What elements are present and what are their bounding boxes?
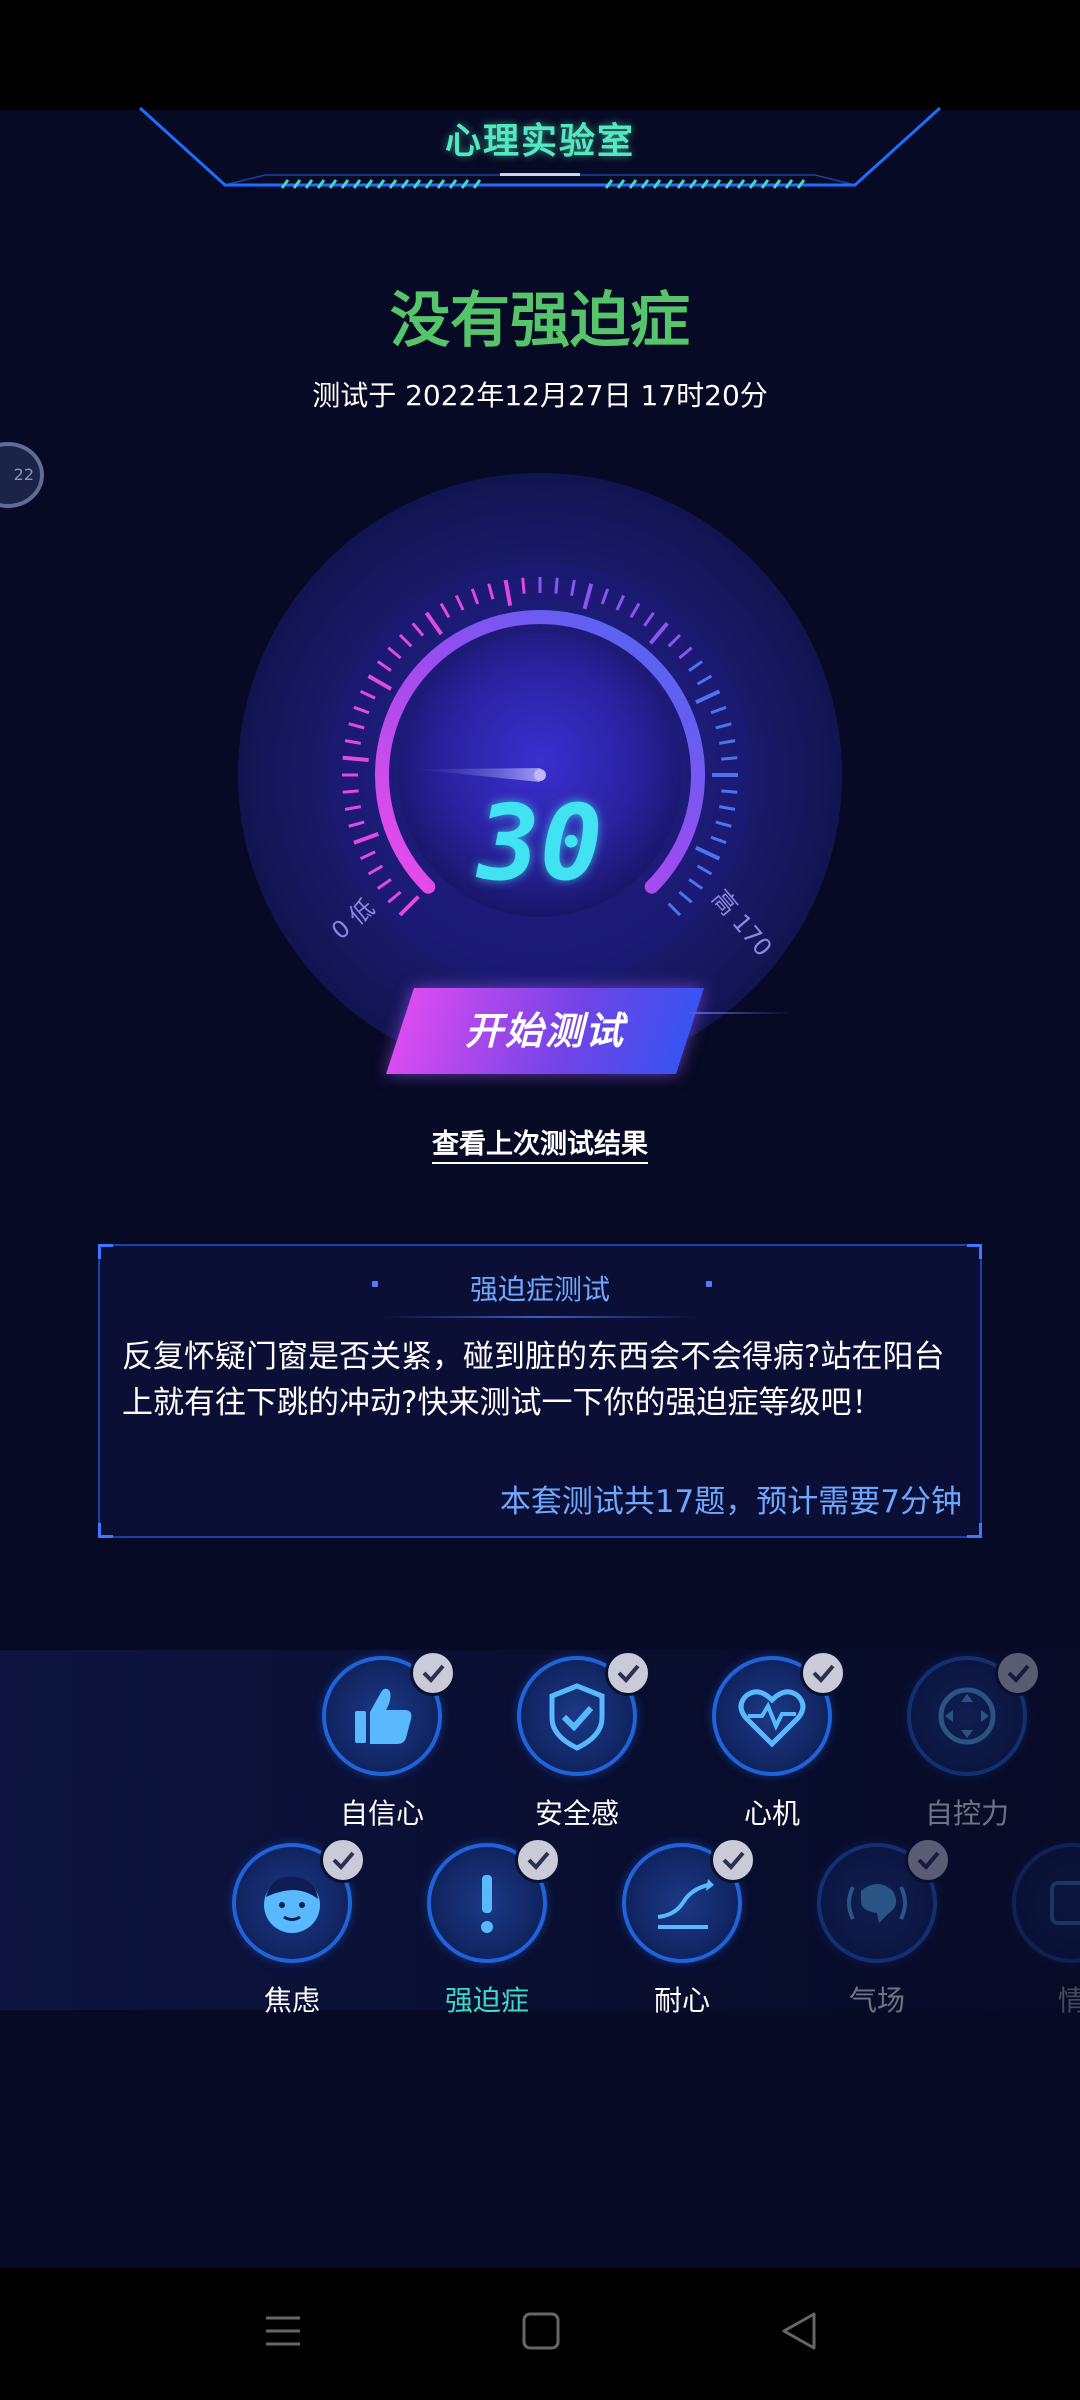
card-title: 强迫症测试 <box>469 1273 610 1306</box>
category-label: 情 <box>1057 1984 1080 2017</box>
last-result-link[interactable]: 查看上次测试结果 <box>0 1122 1080 1164</box>
category-label: 自信心 <box>339 1797 424 1830</box>
divider <box>690 1012 790 1014</box>
gauge-tick <box>721 756 738 761</box>
gauge <box>238 473 842 1070</box>
gauge-tick <box>521 577 526 594</box>
status-bar <box>0 0 1080 110</box>
gauge-tick <box>342 755 369 763</box>
gauge-tick <box>342 789 359 794</box>
category-label: 气场 <box>848 1984 905 2017</box>
card-footer: 本套测试共17题，预计需要7分钟 <box>499 1484 962 1520</box>
start-test-label: 开始测试 <box>464 1009 625 1053</box>
side-bubble[interactable]: 22 <box>0 442 44 508</box>
test-timestamp: 测试于 2022年12月27日 17时20分 <box>312 379 768 412</box>
page-title: 心理实验室 <box>444 121 635 162</box>
emotion-icon <box>1050 1881 1080 1925</box>
category-label: 焦虑 <box>263 1984 320 2017</box>
menu-icon[interactable] <box>262 2310 304 2352</box>
last-result-label: 查看上次测试结果 <box>432 1129 648 1164</box>
gauge-tick <box>721 789 738 794</box>
test-info-card: 强迫症测试 反复怀疑门窗是否关紧，碰到脏的东西会不会得病?站在阳台上就有往下跳的… <box>98 1244 982 1538</box>
home-icon[interactable] <box>520 2310 562 2352</box>
card-divider <box>380 1316 700 1318</box>
category-label: 耐心 <box>653 1984 710 2017</box>
result-title: 没有强迫症 <box>390 286 690 356</box>
category-label: 安全感 <box>534 1797 619 1830</box>
category-label: 自控力 <box>924 1797 1009 1830</box>
category-label: 强迫症 <box>444 1984 529 2017</box>
category-label: 心机 <box>743 1797 800 1830</box>
start-test-button[interactable]: 开始测试 <box>386 988 704 1074</box>
gauge-value: 30 <box>477 782 603 904</box>
gauge-tick <box>554 577 559 594</box>
card-description: 反复怀疑门窗是否关紧，碰到脏的东西会不会得病?站在阳台上就有往下跳的冲动?快来测… <box>122 1339 945 1421</box>
back-icon[interactable] <box>778 2310 820 2352</box>
